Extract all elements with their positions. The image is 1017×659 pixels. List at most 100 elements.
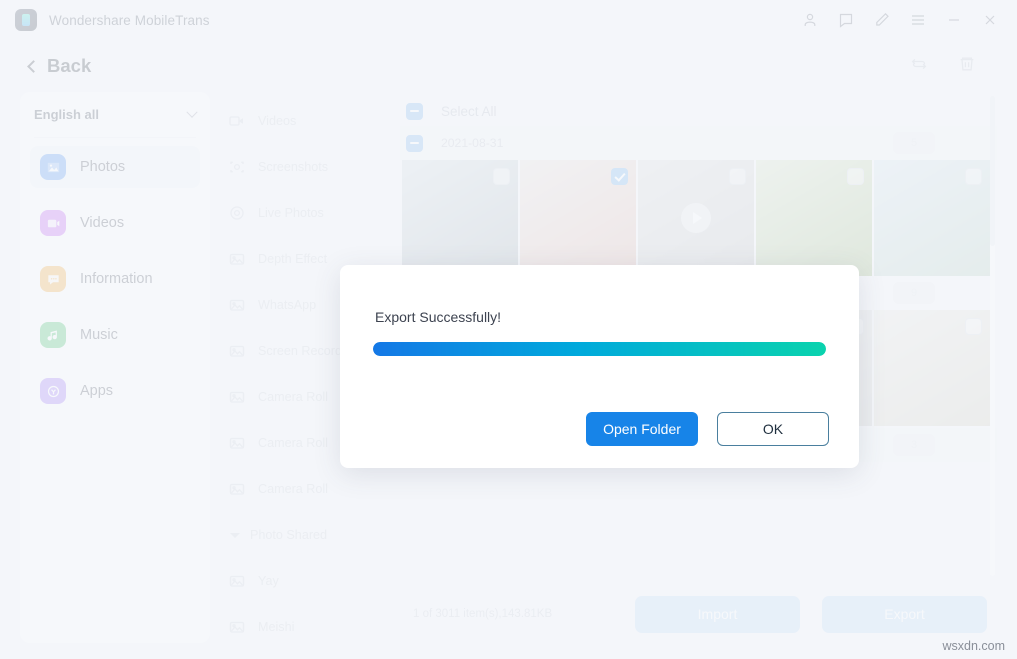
category-label: WhatsApp: [258, 298, 316, 312]
sidebar-item-music[interactable]: Music: [30, 314, 200, 356]
select-all-checkbox[interactable]: [406, 103, 423, 120]
close-icon[interactable]: [981, 11, 999, 29]
category-item-photo-shared[interactable]: Photo Shared: [210, 512, 400, 558]
thumbnail-photo-garden[interactable]: [756, 160, 872, 276]
thumbnail-photo-totoro[interactable]: [874, 310, 990, 426]
album-icon: [228, 618, 246, 636]
video-camera-icon: [228, 112, 246, 130]
date-checkbox[interactable]: [406, 135, 423, 152]
title-bar: Wondershare MobileTrans: [0, 0, 1017, 40]
minimize-icon[interactable]: [945, 11, 963, 29]
thumbnail-checkbox[interactable]: [611, 168, 628, 185]
select-all-row[interactable]: Select All: [400, 96, 997, 126]
progress-bar: [373, 342, 826, 356]
album-icon: [228, 388, 246, 406]
sidebar-item-label: Apps: [80, 383, 113, 399]
information-icon: [40, 266, 66, 292]
photos-icon: [40, 154, 66, 180]
scrollbar-thumb[interactable]: [990, 96, 995, 246]
sidebar-item-label: Information: [80, 271, 153, 287]
refresh-icon[interactable]: [909, 54, 929, 79]
thumbnail-photo-palms[interactable]: [874, 160, 990, 276]
date-count-badge: 3: [893, 434, 935, 456]
album-icon: [228, 480, 246, 498]
sidebar: English all Photos Videos Information Music…: [20, 92, 210, 643]
thumbnail-checkbox[interactable]: [965, 318, 982, 335]
back-bar: Back: [0, 40, 1017, 92]
music-icon: [40, 322, 66, 348]
sidebar-item-label: Photos: [80, 159, 125, 175]
album-icon: [228, 250, 246, 268]
export-button[interactable]: Export: [822, 596, 987, 633]
content-toolbar: [909, 54, 1017, 79]
dialog-buttons: Open Folder OK: [586, 412, 829, 446]
apps-icon: [40, 378, 66, 404]
videos-icon: [40, 210, 66, 236]
category-label: Camera Roll: [258, 390, 328, 404]
category-label: Yay: [258, 574, 279, 588]
date-label: 2021-08-31: [441, 136, 503, 150]
dialog-message: Export Successfully!: [375, 309, 501, 325]
category-label: Videos: [258, 114, 296, 128]
category-label: Screen Recorder: [258, 344, 353, 358]
account-icon[interactable]: [801, 11, 819, 29]
feedback-icon[interactable]: [837, 11, 855, 29]
album-icon: [228, 296, 246, 314]
menu-icon[interactable]: [909, 11, 927, 29]
chevron-left-icon: [27, 60, 40, 73]
sidebar-item-photos[interactable]: Photos: [30, 146, 200, 188]
play-icon[interactable]: [681, 203, 711, 233]
category-label: Photo Shared: [250, 528, 327, 542]
open-folder-button[interactable]: Open Folder: [586, 412, 698, 446]
category-item-yay[interactable]: Yay: [210, 558, 400, 604]
language-label: English all: [34, 107, 99, 122]
watermark: wsxdn.com: [942, 639, 1005, 653]
category-label: Meishi: [258, 620, 294, 634]
album-icon: [228, 572, 246, 590]
action-buttons: Import Export: [635, 596, 997, 633]
thumbnail-checkbox[interactable]: [965, 168, 982, 185]
caret-down-icon: [230, 533, 240, 538]
category-label: Depth Effect: [258, 252, 327, 266]
screenshot-icon: [228, 158, 246, 176]
thumbnail-photo-flowers[interactable]: [520, 160, 636, 276]
thumbnail-photo-person[interactable]: [402, 160, 518, 276]
back-label: Back: [47, 55, 91, 77]
category-item-live-photos[interactable]: Live Photos: [210, 190, 400, 236]
thumbnail-checkbox[interactable]: [493, 168, 510, 185]
select-all-label: Select All: [441, 104, 497, 119]
category-item-meishi[interactable]: Meishi: [210, 604, 400, 643]
thumbnail-row: [400, 160, 997, 276]
language-selector[interactable]: English all: [34, 92, 196, 138]
sidebar-item-apps[interactable]: Apps: [30, 370, 200, 412]
category-label: Live Photos: [258, 206, 324, 220]
sidebar-item-videos[interactable]: Videos: [30, 202, 200, 244]
thumbnail-checkbox[interactable]: [847, 168, 864, 185]
sidebar-item-label: Videos: [80, 215, 124, 231]
date-count-badge: 5: [893, 132, 935, 154]
category-label: Camera Roll: [258, 482, 328, 496]
progress-bar-fill: [373, 342, 826, 356]
app-logo-icon: [15, 9, 37, 31]
trash-icon[interactable]: [957, 54, 977, 79]
sidebar-item-information[interactable]: Information: [30, 258, 200, 300]
category-item-camera-roll[interactable]: Camera Roll: [210, 466, 400, 512]
category-item-screenshots[interactable]: Screenshots: [210, 144, 400, 190]
category-label: Screenshots: [258, 160, 328, 174]
window-controls: [801, 11, 1017, 29]
date-row[interactable]: 2021-08-31 5: [400, 126, 997, 160]
sidebar-nav: Photos Videos Information Music Apps: [20, 138, 210, 412]
live-photo-icon: [228, 204, 246, 222]
category-label: Camera Roll: [258, 436, 328, 450]
back-button[interactable]: Back: [29, 55, 91, 77]
import-button[interactable]: Import: [635, 596, 800, 633]
thumbnail-checkbox[interactable]: [729, 168, 746, 185]
album-icon: [228, 434, 246, 452]
edit-icon[interactable]: [873, 11, 891, 29]
category-item-videos[interactable]: Videos: [210, 98, 400, 144]
sidebar-item-label: Music: [80, 327, 118, 343]
app-title: Wondershare MobileTrans: [49, 13, 210, 28]
thumbnail-video-clip[interactable]: [638, 160, 754, 276]
ok-button[interactable]: OK: [717, 412, 829, 446]
app-window: Wondershare MobileTrans: [0, 0, 1017, 659]
